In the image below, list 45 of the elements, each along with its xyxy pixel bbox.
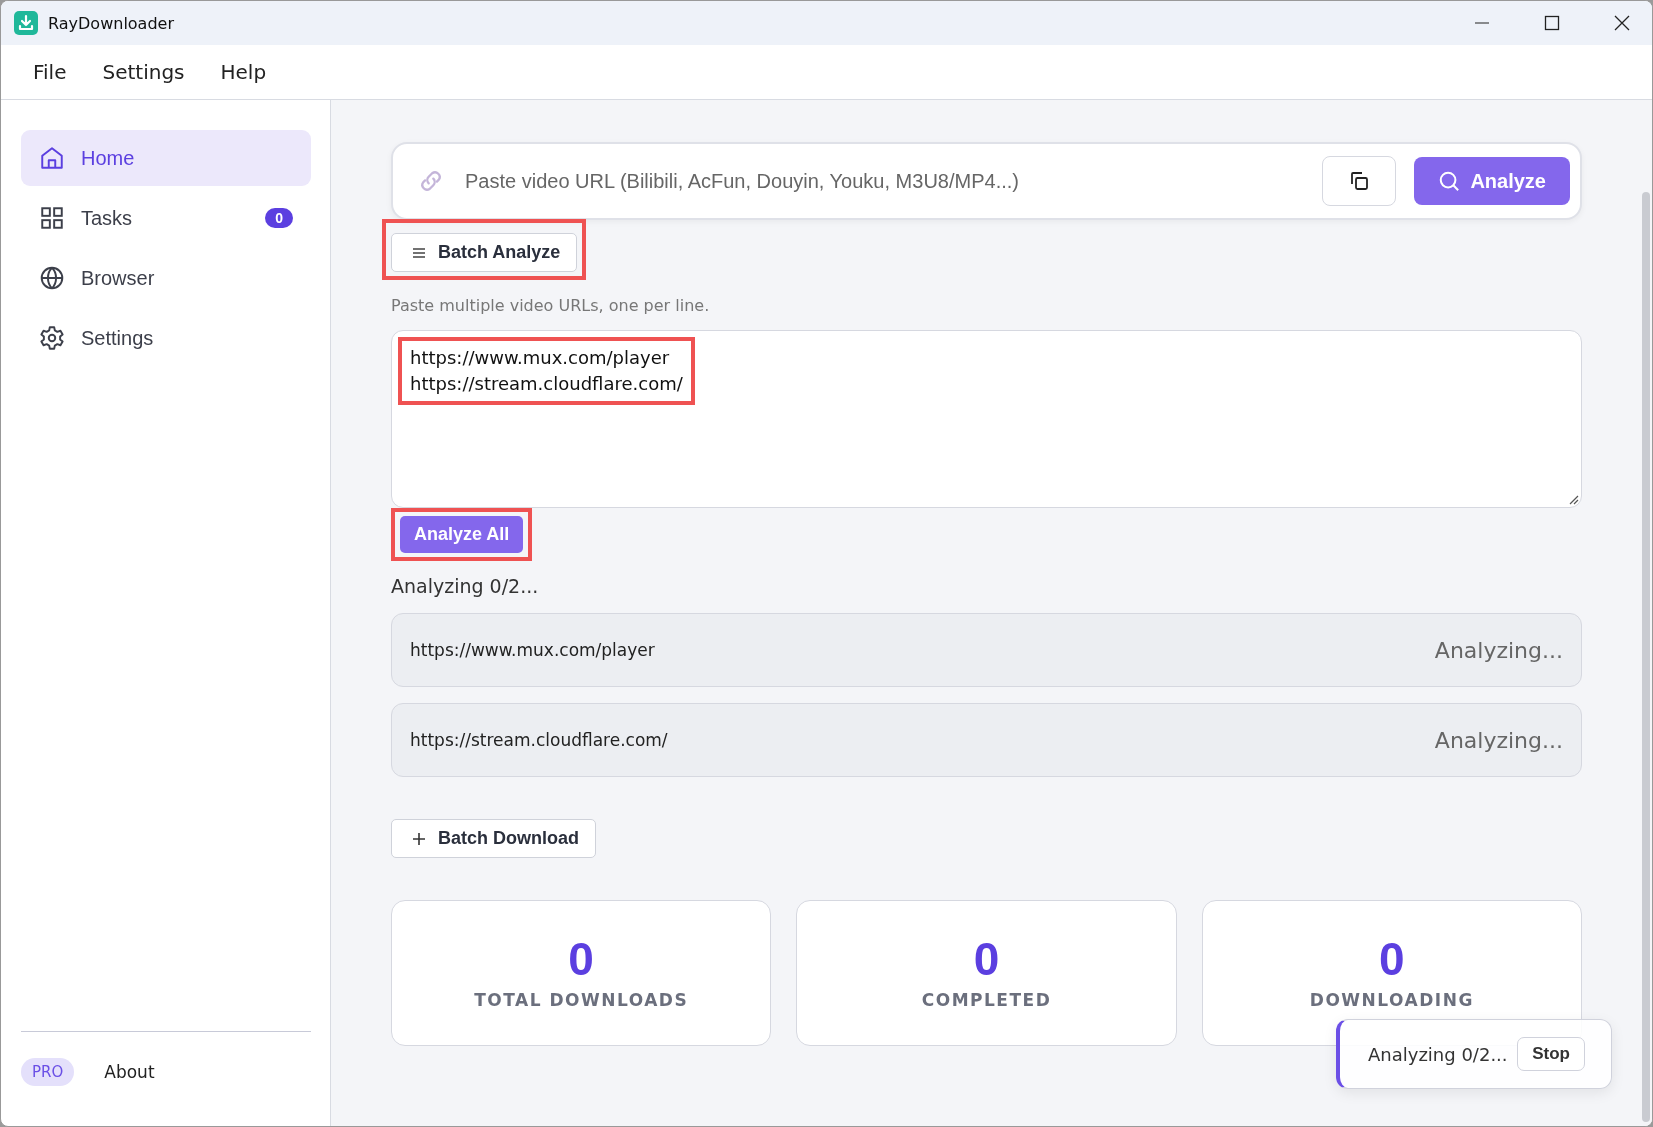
grid-icon bbox=[39, 205, 65, 231]
stat-value: 0 bbox=[1379, 936, 1405, 982]
url-text: https://www.mux.com/player bbox=[410, 640, 655, 660]
close-icon[interactable] bbox=[1614, 15, 1630, 31]
analyze-all-button[interactable]: Analyze All bbox=[400, 516, 524, 553]
stop-button[interactable]: Stop bbox=[1517, 1037, 1585, 1071]
paste-button[interactable] bbox=[1322, 156, 1397, 206]
search-icon bbox=[1438, 170, 1461, 192]
batch-analyze-button[interactable]: Batch Analyze bbox=[391, 233, 578, 272]
batch-download-button[interactable]: Batch Download bbox=[391, 819, 596, 858]
status-text: Analyzing... bbox=[1434, 637, 1563, 663]
sidebar-item[interactable]: Settings bbox=[21, 310, 311, 366]
sidebar-item[interactable]: Browser bbox=[21, 250, 311, 306]
stat-label: COMPLETED bbox=[921, 990, 1052, 1010]
sidebar-item[interactable]: Tasks 0 bbox=[21, 190, 311, 246]
stat-value: 0 bbox=[973, 936, 1000, 982]
list-icon bbox=[412, 245, 426, 260]
menu-item[interactable]: File bbox=[33, 60, 67, 84]
stat-label: TOTAL DOWNLOADS bbox=[474, 990, 689, 1010]
analyze-button[interactable]: Analyze bbox=[1414, 157, 1570, 205]
url-list-text: https://www.mux.com/player https://stream.cloudflare.com/ bbox=[398, 337, 695, 405]
menu-item[interactable]: Help bbox=[220, 60, 267, 84]
home-icon bbox=[39, 145, 65, 171]
sidebar-item[interactable]: Home bbox=[21, 130, 311, 186]
maximize-icon[interactable] bbox=[1544, 15, 1560, 31]
about-link[interactable]: About bbox=[104, 1062, 155, 1082]
stat-value: 0 bbox=[568, 936, 594, 982]
menu-item[interactable]: Settings bbox=[102, 60, 185, 84]
url-list-field[interactable]: https://www.mux.com/player https://stream.cloudflare.com/ bbox=[391, 330, 1582, 508]
url-text: https://stream.cloudflare.com/ bbox=[410, 730, 668, 750]
toast-text: Analyzing 0/2... bbox=[1368, 1043, 1508, 1065]
status-text: Analyzing... bbox=[1434, 727, 1563, 753]
progress-text: Analyzing 0/2... bbox=[391, 575, 539, 597]
hint-text: Paste multiple video URLs, one per line. bbox=[391, 296, 710, 315]
resize-grip-icon[interactable] bbox=[1567, 493, 1579, 505]
pro-badge: PRO bbox=[21, 1058, 75, 1086]
download-logo-icon bbox=[14, 11, 38, 35]
count-badge: 0 bbox=[265, 208, 293, 228]
window-title: RayDownloader bbox=[48, 13, 174, 33]
scrollbar[interactable] bbox=[1642, 192, 1650, 1122]
stat-label: DOWNLOADING bbox=[1309, 990, 1474, 1010]
globe-icon bbox=[39, 265, 65, 291]
plus-icon bbox=[412, 831, 426, 846]
url-input-bar[interactable]: Paste video URL (Bilibili, AcFun, Douyin, Youku, M3U8/MP4...) Analyze bbox=[391, 142, 1582, 220]
settings-icon bbox=[39, 325, 65, 351]
